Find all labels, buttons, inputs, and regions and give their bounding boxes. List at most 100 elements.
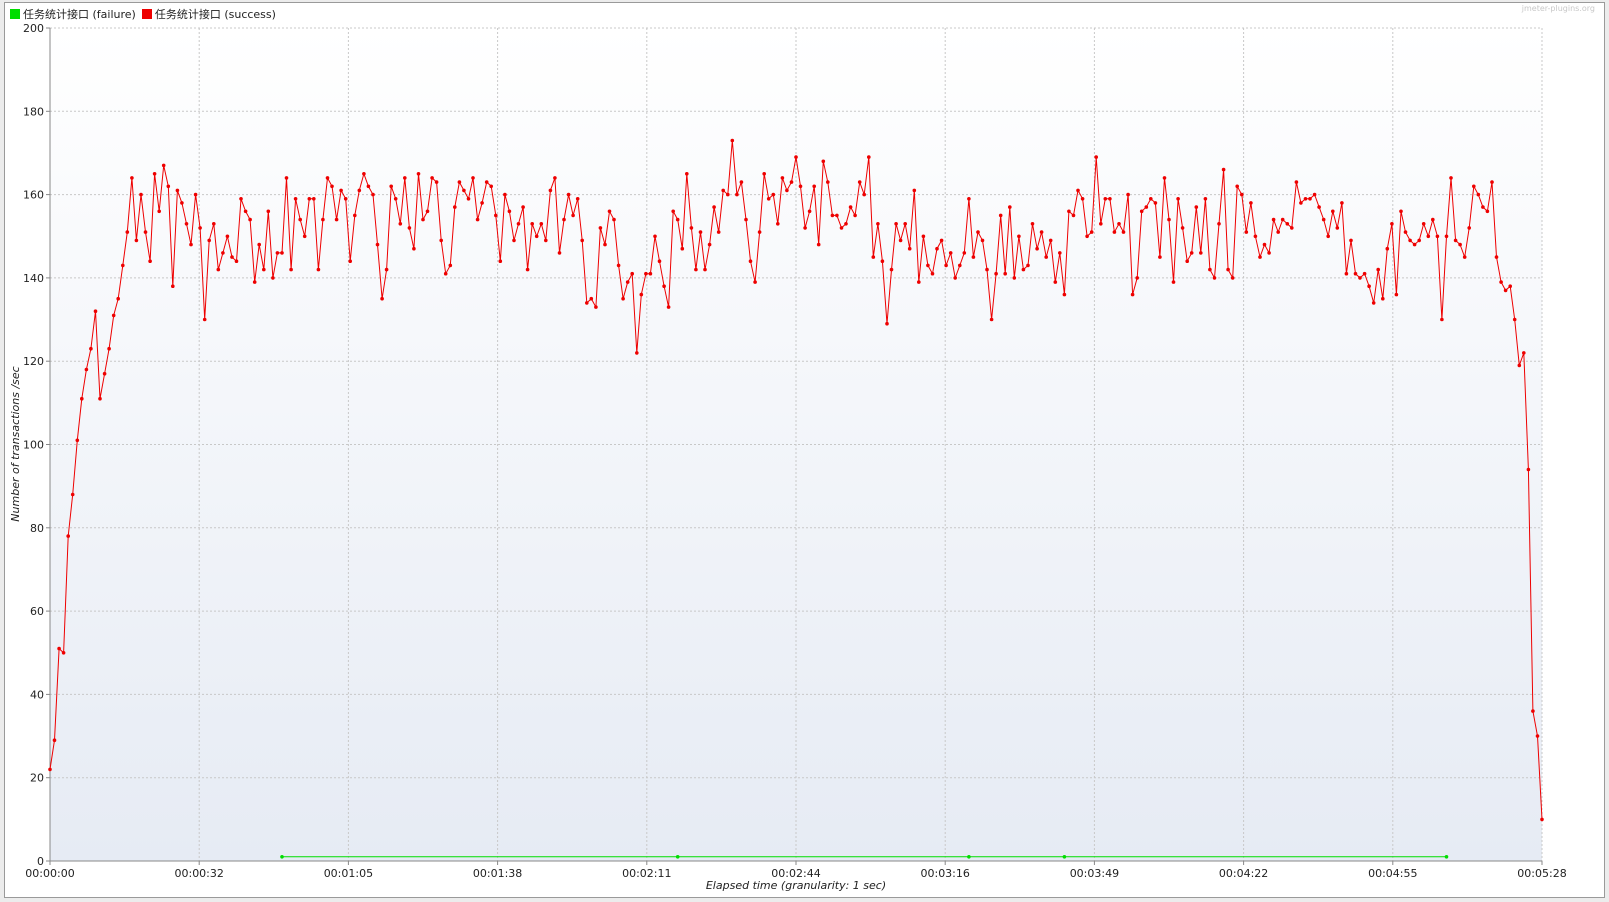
data-point-success [757,230,762,234]
data-point-success [1135,276,1139,280]
data-point-success [1276,230,1280,234]
data-point-success [84,367,89,372]
data-point-success [776,222,780,226]
data-point-success [1080,197,1085,201]
data-point-success [1203,197,1208,201]
y-tick-label: 180 [23,105,44,118]
data-point-success [1158,255,1162,259]
data-point-success [876,222,880,226]
data-point-success [57,646,61,651]
data-point-success [1517,363,1522,368]
data-point-success [1444,234,1449,239]
data-point-success [462,188,466,193]
data-point-success [262,267,266,272]
data-point-success [503,192,507,197]
data-point-success [1344,271,1349,276]
data-point-success [280,251,284,255]
data-point-success [685,172,689,176]
data-point-success [1358,276,1362,280]
data-point-success [880,259,885,264]
data-point-success [70,492,75,497]
data-point-success [1331,209,1335,214]
data-point-success [466,197,471,201]
data-point-success [944,263,948,268]
data-point-success [1044,255,1048,259]
data-point-success [1462,255,1467,259]
data-point-success [475,217,480,222]
data-point-success [234,259,239,264]
data-point-success [1208,267,1212,272]
data-point-success [393,197,398,201]
data-point-success [753,280,757,284]
data-point-success [284,176,289,180]
data-point-success [266,209,271,214]
data-point-success [1058,251,1062,255]
data-point-success [171,284,175,289]
data-point-success [1267,251,1271,255]
data-point-success [1012,276,1017,280]
data-point-success [330,184,334,189]
data-point-success [1258,255,1262,259]
data-point-success [339,188,343,193]
data-point-success [1531,709,1535,713]
data-point-success [371,192,375,197]
y-tick-label: 80 [30,522,44,535]
data-point-success [498,259,503,264]
data-point-success [207,238,211,243]
data-point-success [917,280,921,284]
x-tick-label: 00:05:28 [1517,867,1566,880]
data-point-success [1089,230,1094,234]
data-point-success [976,230,980,234]
data-point-success [1326,234,1330,239]
data-point-success [848,205,853,209]
data-point-success [557,251,562,255]
data-point-success [366,184,371,189]
data-point-success [871,255,876,259]
data-point-success [1048,238,1053,243]
data-point-success [166,184,171,189]
data-point-success [1367,284,1371,289]
data-point-success [803,226,807,230]
data-point-success [1221,167,1226,172]
data-point-success [457,180,462,184]
data-point-success [1235,184,1239,189]
data-point-success [635,351,639,355]
data-point-success [1226,267,1230,272]
data-point-success [1217,222,1221,226]
data-point-success [630,271,634,276]
data-point-success [1030,222,1035,226]
data-point-success [694,267,698,272]
data-point-success [357,188,362,193]
data-point-success [403,176,407,180]
data-point-success [1362,271,1367,276]
data-point-success [1494,255,1499,259]
data-point-success [1130,292,1135,297]
data-point-success [1180,226,1185,230]
data-point-success [1340,201,1344,205]
data-point-success [353,213,357,218]
data-point-success [257,242,262,247]
data-point-success [521,205,525,209]
data-point-success [252,280,257,284]
data-point-success [648,271,653,276]
data-point-success [307,197,312,201]
data-point-success [1167,217,1171,222]
data-point-success [794,155,798,159]
data-point-success [293,197,298,201]
data-point-success [398,222,403,226]
data-point-success [1280,217,1285,222]
data-point-success [616,263,621,268]
data-point-success [885,321,889,326]
data-point-failure [1062,855,1067,859]
x-tick-label: 00:00:00 [25,867,74,880]
data-point-success [1144,205,1149,209]
data-point-success [1481,205,1485,209]
data-point-success [562,217,566,222]
data-point-success [1317,205,1321,209]
data-point-success [1053,280,1058,284]
data-point-success [512,238,516,243]
data-point-success [716,230,721,234]
data-point-success [739,180,744,184]
data-point-success [380,296,384,301]
data-point-success [1403,230,1408,234]
